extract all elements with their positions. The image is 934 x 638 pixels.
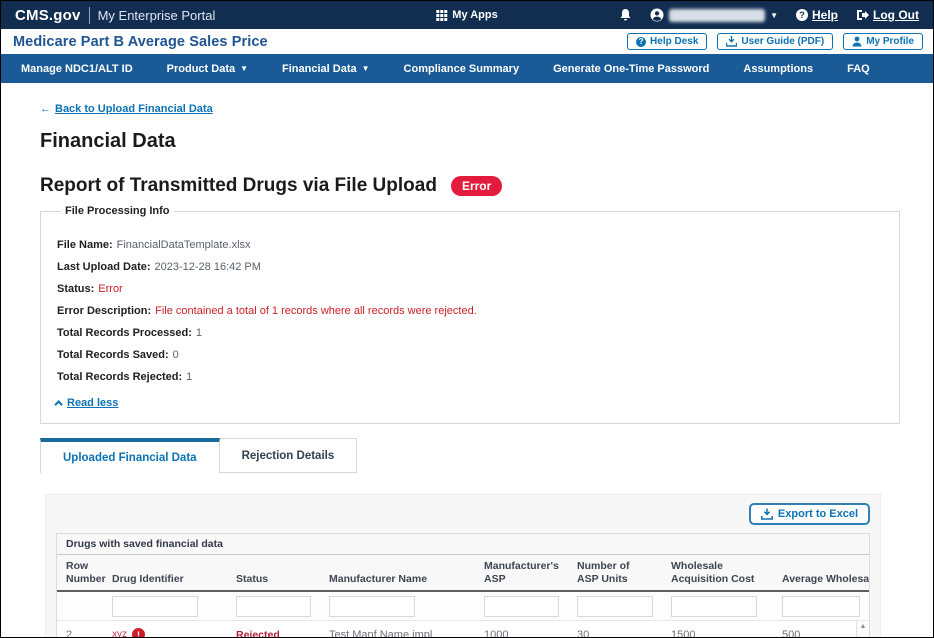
cell-wholesale-acquisition-cost: 1500 [662,629,773,638]
chevron-down-icon: ▼ [362,64,370,73]
back-link[interactable]: ← Back to Upload Financial Data [40,103,213,115]
help-label: Help [812,8,838,22]
cell-average-wholesale-price: 500 [773,629,869,638]
read-less-link[interactable]: Read less [57,397,118,409]
nav-compliance-summary[interactable]: Compliance Summary [404,63,520,75]
col-status: Status [227,555,320,590]
col-manufacturers-asp: Manufacturer's ASP [475,555,568,590]
nav-product-data[interactable]: Product Data▼ [167,63,248,75]
page-content: ← Back to Upload Financial Data Financia… [1,83,933,638]
person-icon [852,36,862,47]
read-less-label: Read less [67,397,118,409]
download-icon [761,508,773,520]
col-number-of-asp-units: Number of ASP Units [568,555,662,590]
file-processing-info-legend: File Processing Info [61,205,174,217]
total-saved-row: Total Records Saved:0 [57,349,883,361]
col-manufacturer-name: Manufacturer Name [320,555,475,590]
cell-status: Rejected [227,629,320,638]
col-average-wholesale-price: Average Wholesale Price [773,555,869,590]
portal-name: My Enterprise Portal [98,8,216,23]
main-nav: Manage NDC1/ALT ID Product Data▼ Financi… [1,54,933,83]
error-description-row: Error Description:File contained a total… [57,305,883,317]
last-upload-date-row: Last Upload Date:2023-12-28 16:42 PM [57,261,883,273]
back-link-label: Back to Upload Financial Data [55,103,213,115]
app-header: Medicare Part B Average Sales Price ? He… [1,29,933,54]
filter-manufacturers-asp-input[interactable] [484,596,559,617]
file-processing-info-box: File Processing Info File Name:Financial… [40,205,900,424]
col-row-number: Row Number [57,555,103,590]
table-filter-row [57,592,869,621]
cell-drug-identifier: xyz ! [103,628,227,638]
logout-icon [856,9,869,21]
notifications-bell-icon[interactable] [619,8,632,22]
help-desk-label: Help Desk [650,36,698,47]
total-processed-row: Total Records Processed:1 [57,327,883,339]
my-apps-button[interactable]: My Apps [436,9,497,21]
export-to-excel-button[interactable]: Export to Excel [749,503,870,525]
tab-rejection-details[interactable]: Rejection Details [220,438,358,473]
my-profile-label: My Profile [866,36,914,47]
app-window: CMS.gov My Enterprise Portal My Apps ▼ ?… [0,0,934,638]
total-rejected-row: Total Records Rejected:1 [57,371,883,383]
logout-link[interactable]: Log Out [856,8,919,22]
scroll-up-icon[interactable]: ▲ [860,623,867,630]
nav-generate-otp[interactable]: Generate One-Time Password [553,63,709,75]
logout-label: Log Out [873,8,919,22]
nav-assumptions[interactable]: Assumptions [743,63,813,75]
chevron-up-icon [54,400,62,408]
nav-financial-data[interactable]: Financial Data▼ [282,63,370,75]
drugs-table: Drugs with saved financial data Row Numb… [56,533,870,638]
question-icon: ? [636,37,646,47]
table-header-row: Row Number Drug Identifier Status Manufa… [57,555,869,592]
status-row: Status:Error [57,283,883,295]
table-vertical-scrollbar[interactable]: ▲ ▼ [856,621,869,638]
chevron-down-icon: ▼ [240,64,248,73]
table-caption: Drugs with saved financial data [57,534,869,555]
help-desk-button[interactable]: ? Help Desk [627,33,707,50]
chevron-down-icon: ▼ [770,11,778,20]
user-guide-button[interactable]: User Guide (PDF) [717,33,833,50]
filter-manufacturer-name-input[interactable] [329,596,415,617]
my-apps-label: My Apps [452,9,497,21]
cell-row-number: 2 [57,629,103,638]
error-badge: Error [451,176,502,196]
cell-manufacturers-asp: 1000 [475,629,568,638]
download-icon [726,36,737,47]
my-profile-button[interactable]: My Profile [843,33,923,50]
nav-manage-ndc1-alt-id[interactable]: Manage NDC1/ALT ID [21,63,133,75]
tab-strip: Uploaded Financial Data Rejection Detail… [40,438,898,473]
question-icon: ? [796,9,808,21]
error-alert-icon[interactable]: ! [132,628,145,638]
top-bar: CMS.gov My Enterprise Portal My Apps ▼ ?… [1,1,933,29]
filter-wholesale-acquisition-cost-input[interactable] [671,596,757,617]
filter-status-input[interactable] [236,596,311,617]
filter-number-of-asp-units-input[interactable] [577,596,653,617]
report-title: Report of Transmitted Drugs via File Upl… [40,175,437,197]
col-wholesale-acquisition-cost: Wholesale Acquisition Cost [662,555,773,590]
export-label: Export to Excel [778,508,858,520]
file-name-row: File Name:FinancialDataTemplate.xlsx [57,239,883,251]
user-name-redacted [669,9,765,22]
table-row: 2 xyz ! Rejected Test Manf Name impl 100… [57,621,869,638]
filter-average-wholesale-price-input[interactable] [782,596,860,617]
filter-drug-identifier-input[interactable] [112,596,198,617]
table-panel: Export to Excel Drugs with saved financi… [45,494,881,638]
nav-faq[interactable]: FAQ [847,63,870,75]
user-menu[interactable]: ▼ [650,8,778,22]
brand-divider [89,7,90,24]
page-title: Financial Data [40,130,898,153]
cell-manufacturer-name: Test Manf Name impl [320,629,475,638]
app-title: Medicare Part B Average Sales Price [13,34,268,50]
cell-number-of-asp-units: 30 [568,629,662,638]
help-link[interactable]: ? Help [796,8,838,22]
col-drug-identifier: Drug Identifier [103,555,227,590]
user-guide-label: User Guide (PDF) [741,36,824,47]
tab-uploaded-financial-data[interactable]: Uploaded Financial Data [40,438,220,473]
cms-logo[interactable]: CMS.gov [15,7,81,24]
avatar-icon [650,8,664,22]
apps-grid-icon [436,10,447,21]
back-arrow-icon: ← [40,103,51,115]
